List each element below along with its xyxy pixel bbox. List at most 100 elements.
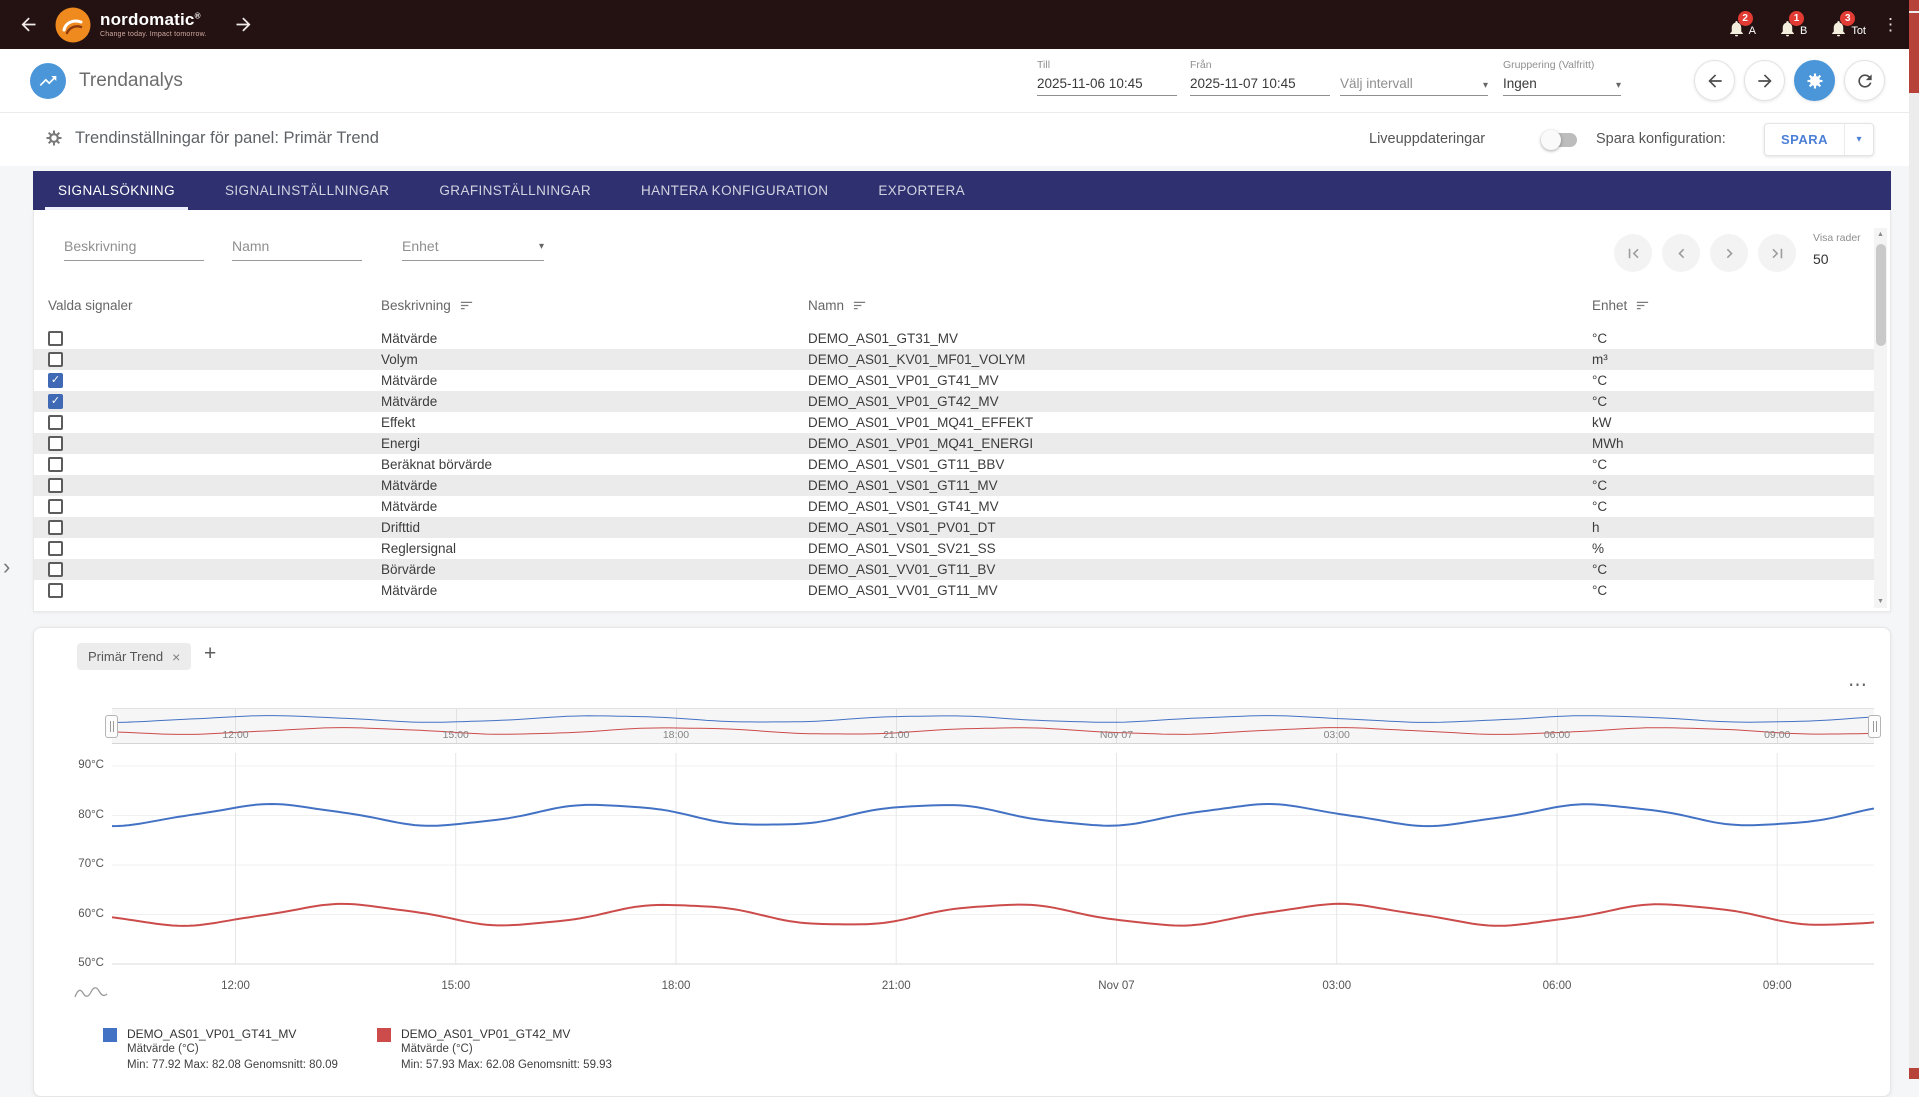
refresh-button[interactable] <box>1844 60 1885 101</box>
row-checkbox[interactable] <box>48 520 63 535</box>
row-checkbox[interactable]: ✓ <box>48 373 63 388</box>
signal-search-card: Enhet ▾ Visa rader 50 ▾ Valda signaler B… <box>33 210 1891 612</box>
chart-navigator[interactable]: 12:0015:0018:0021:00Nov 0703:0006:0009:0… <box>112 708 1874 744</box>
table-row[interactable]: ReglersignalDEMO_AS01_VS01_SV21_SS% <box>34 538 1878 559</box>
navigator-wave-icon[interactable] <box>74 984 108 1000</box>
cell-unit: h <box>1592 520 1878 535</box>
table-row[interactable]: MätvärdeDEMO_AS01_VV01_GT11_MV°C <box>34 580 1878 601</box>
cell-unit: °C <box>1592 394 1878 409</box>
scroll-down-icon[interactable]: ▼ <box>1874 595 1887 608</box>
table-row[interactable]: ✓MätvärdeDEMO_AS01_VP01_GT41_MV°C <box>34 370 1878 391</box>
table-row[interactable]: VolymDEMO_AS01_KV01_MF01_VOLYMm³ <box>34 349 1878 370</box>
table-scrollbar[interactable]: ▲ ▼ <box>1874 228 1887 608</box>
rows-per-page-select[interactable]: 50 ▾ <box>1813 251 1879 267</box>
history-back-button[interactable] <box>1694 60 1735 101</box>
page-scroll-thumb[interactable] <box>1909 13 1919 93</box>
table-row[interactable]: MätvärdeDEMO_AS01_VS01_GT41_MV°C <box>34 496 1878 517</box>
notification-b[interactable]: 1B <box>1778 12 1807 38</box>
navigator-left-handle[interactable] <box>105 715 118 738</box>
nordomatic-logo-icon <box>55 7 91 43</box>
interval-select[interactable]: Välj intervall▾ <box>1340 76 1488 96</box>
row-checkbox[interactable] <box>48 499 63 514</box>
scrollbar-thumb[interactable] <box>1876 244 1886 346</box>
table-row[interactable]: BörvärdeDEMO_AS01_VV01_GT11_BV°C <box>34 559 1878 580</box>
last-page-button[interactable] <box>1758 234 1796 272</box>
signal-table-body: MätvärdeDEMO_AS01_GT31_MV°CVolymDEMO_AS0… <box>34 328 1878 601</box>
column-description[interactable]: Beskrivning <box>381 298 808 313</box>
row-checkbox[interactable] <box>48 436 63 451</box>
row-checkbox[interactable]: ✓ <box>48 394 63 409</box>
table-row[interactable]: EffektDEMO_AS01_VP01_MQ41_EFFEKTkW <box>34 412 1878 433</box>
add-panel-button[interactable]: + <box>204 642 216 666</box>
row-checkbox[interactable] <box>48 583 63 598</box>
drawer-expand-icon[interactable]: › <box>3 554 10 580</box>
column-unit[interactable]: Enhet <box>1592 298 1878 313</box>
scroll-up-icon[interactable]: ▲ <box>1874 228 1887 241</box>
page-scroll-up[interactable] <box>1909 0 1919 11</box>
row-checkbox[interactable] <box>48 415 63 430</box>
cell-description: Reglersignal <box>381 541 808 556</box>
previous-page-button[interactable] <box>1662 234 1700 272</box>
table-row[interactable]: EnergiDEMO_AS01_VP01_MQ41_ENERGIMWh <box>34 433 1878 454</box>
row-checkbox[interactable] <box>48 352 63 367</box>
tab-grafinst-llningar[interactable]: GRAFINSTÄLLNINGAR <box>414 171 616 210</box>
forward-arrow-icon[interactable] <box>233 14 254 35</box>
navigator-right-handle[interactable] <box>1868 715 1881 738</box>
sort-icon[interactable] <box>852 298 867 313</box>
save-button[interactable]: SPARA <box>1765 124 1844 155</box>
table-row[interactable]: Beräknat börvärdeDEMO_AS01_VS01_GT11_BBV… <box>34 454 1878 475</box>
unit-filter-select[interactable]: Enhet ▾ <box>402 234 544 261</box>
row-checkbox[interactable] <box>48 562 63 577</box>
table-row[interactable]: DrifttidDEMO_AS01_VS01_PV01_DTh <box>34 517 1878 538</box>
settings-button[interactable] <box>1794 60 1835 101</box>
save-options-caret[interactable]: ▾ <box>1844 124 1873 155</box>
brand-tagline: Change today. Impact tomorrow. <box>100 31 207 38</box>
tab-signals-kning[interactable]: SIGNALSÖKNING <box>33 171 200 210</box>
tab-hantera-konfiguration[interactable]: HANTERA KONFIGURATION <box>616 171 853 210</box>
first-page-button[interactable] <box>1614 234 1652 272</box>
sort-icon[interactable] <box>1635 298 1650 313</box>
name-filter-input[interactable] <box>232 234 362 261</box>
date-fran-field: Från <box>1190 59 1330 96</box>
column-name[interactable]: Namn <box>808 298 1592 313</box>
row-checkbox[interactable] <box>48 478 63 493</box>
row-checkbox[interactable] <box>48 541 63 556</box>
notification-tot[interactable]: 3Tot <box>1829 12 1866 38</box>
date-fran-input[interactable] <box>1190 76 1330 91</box>
history-forward-button[interactable] <box>1744 60 1785 101</box>
sort-icon[interactable] <box>459 298 474 313</box>
live-updates-label: Liveuppdateringar <box>1369 131 1485 147</box>
row-checkbox[interactable] <box>48 331 63 346</box>
tab-exportera[interactable]: EXPORTERA <box>853 171 990 210</box>
row-checkbox[interactable] <box>48 457 63 472</box>
chart-menu-icon[interactable]: ⋯ <box>1848 674 1868 697</box>
brand-logo[interactable]: nordomatic® Change today. Impact tomorro… <box>55 7 207 43</box>
legend-item[interactable]: DEMO_AS01_VP01_GT41_MVMätvärde (°C)Min: … <box>103 1026 377 1073</box>
cell-name: DEMO_AS01_KV01_MF01_VOLYM <box>808 352 1592 367</box>
x-axis-label: 06:00 <box>1543 980 1572 992</box>
notification-label: B <box>1800 25 1807 38</box>
back-arrow-icon[interactable] <box>18 14 39 35</box>
x-axis-label: 03:00 <box>1322 980 1351 992</box>
navigator-series-line <box>112 728 1874 735</box>
table-row[interactable]: MätvärdeDEMO_AS01_VS01_GT11_MV°C <box>34 475 1878 496</box>
table-row[interactable]: MätvärdeDEMO_AS01_GT31_MV°C <box>34 328 1878 349</box>
cell-name: DEMO_AS01_VS01_GT41_MV <box>808 499 1592 514</box>
close-icon[interactable]: × <box>172 649 180 665</box>
grouping-select[interactable]: Gruppering (Valfritt) Ingen▾ <box>1503 59 1621 96</box>
y-axis-label: 70°C <box>46 858 104 870</box>
tab-signalinst-llningar[interactable]: SIGNALINSTÄLLNINGAR <box>200 171 414 210</box>
page-scroll-down[interactable] <box>1909 1068 1919 1079</box>
date-till-input[interactable] <box>1037 76 1177 91</box>
panel-settings-row: Trendinställningar för panel: Primär Tre… <box>0 113 1909 166</box>
pagination <box>1614 234 1796 272</box>
live-updates-toggle[interactable] <box>1544 133 1577 147</box>
overflow-menu-icon[interactable]: ⋮ <box>1882 15 1899 35</box>
table-row[interactable]: ✓MätvärdeDEMO_AS01_VP01_GT42_MV°C <box>34 391 1878 412</box>
description-filter-input[interactable] <box>64 234 204 261</box>
page-scrollbar[interactable] <box>1909 0 1919 1079</box>
trend-panel-chip[interactable]: Primär Trend × <box>77 643 191 670</box>
legend-item[interactable]: DEMO_AS01_VP01_GT42_MVMätvärde (°C)Min: … <box>377 1026 651 1073</box>
next-page-button[interactable] <box>1710 234 1748 272</box>
notification-a[interactable]: 2A <box>1727 12 1756 38</box>
